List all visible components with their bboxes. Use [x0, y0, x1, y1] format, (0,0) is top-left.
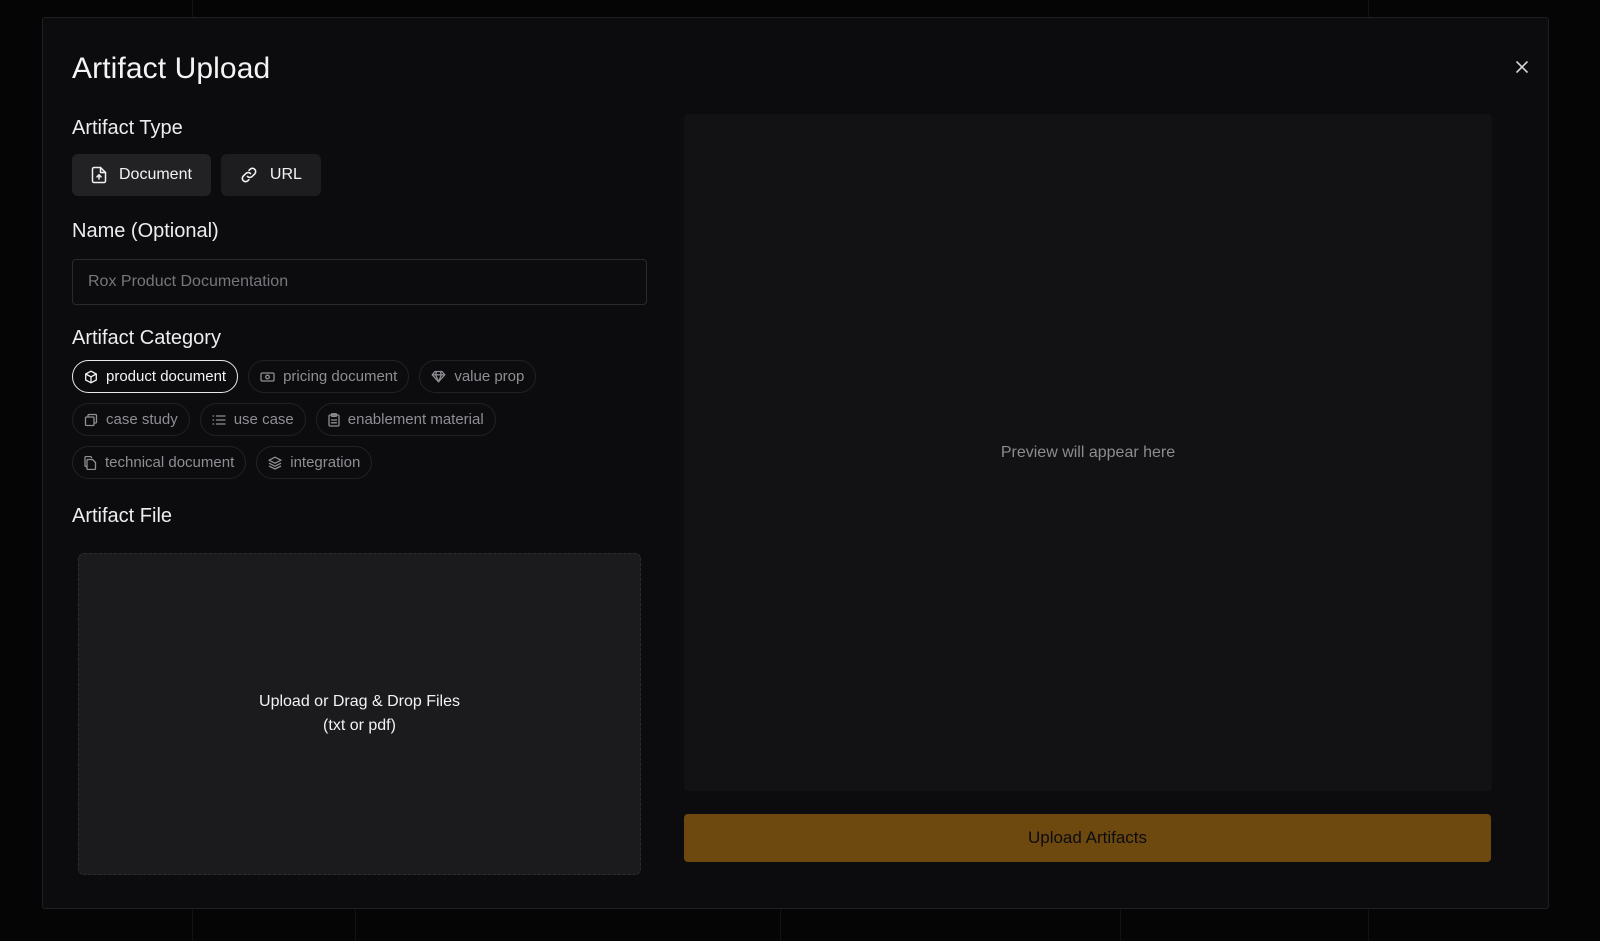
layers-icon — [268, 456, 282, 470]
category-chip-label: product document — [106, 368, 227, 385]
category-chip-label: integration — [290, 454, 361, 471]
artifact-type-label: Artifact Type — [72, 117, 183, 139]
banknote-icon — [260, 371, 275, 382]
name-label: Name (Optional) — [72, 220, 219, 242]
category-chip-label: use case — [233, 411, 294, 428]
category-chip-case-study[interactable]: case study — [72, 403, 190, 436]
artifact-type-toggle: Document URL — [72, 154, 321, 196]
artifact-upload-dialog: Artifact Upload Artifact Type Document U… — [42, 17, 1549, 909]
file-upload-icon — [91, 166, 107, 184]
background-divider — [355, 909, 356, 941]
dialog-title: Artifact Upload — [72, 52, 271, 85]
category-chip-technical-document[interactable]: technical document — [72, 446, 247, 479]
dropzone-subtext: (txt or pdf) — [323, 717, 396, 734]
category-chip-row: technical document integration — [72, 446, 373, 479]
type-url-button[interactable]: URL — [220, 154, 321, 196]
gem-icon — [431, 370, 446, 383]
upload-artifacts-button[interactable]: Upload Artifacts — [684, 814, 1491, 862]
background-divider — [1120, 909, 1121, 941]
category-chip-integration[interactable]: integration — [256, 446, 373, 479]
category-chip-label: pricing document — [283, 368, 398, 385]
close-icon — [1516, 61, 1528, 73]
background-divider — [780, 909, 781, 941]
category-chip-label: case study — [106, 411, 178, 428]
artifact-file-label: Artifact File — [72, 505, 173, 527]
clipboard-icon — [328, 412, 340, 427]
category-chip-value-prop[interactable]: value prop — [419, 360, 537, 393]
category-chip-label: enablement material — [347, 411, 484, 428]
files-icon — [84, 455, 97, 470]
copy-icon — [84, 413, 98, 426]
category-chip-row: case study use case enablement material — [72, 403, 496, 436]
dropzone-text: Upload or Drag & Drop Files — [259, 693, 460, 710]
category-chip-product-document[interactable]: product document — [72, 360, 239, 393]
category-chip-label: technical document — [105, 454, 235, 471]
type-document-label: Document — [119, 166, 192, 183]
category-chip-label: value prop — [454, 368, 525, 385]
category-chip-row: product document pricing document value … — [72, 360, 537, 393]
category-chip-enablement-material[interactable]: enablement material — [315, 403, 496, 436]
link-icon — [241, 167, 257, 183]
type-document-button[interactable]: Document — [72, 154, 211, 196]
close-button[interactable] — [1511, 56, 1533, 78]
preview-placeholder: Preview will appear here — [1000, 443, 1176, 461]
name-input[interactable] — [72, 259, 647, 305]
list-icon — [212, 414, 226, 425]
preview-panel: Preview will appear here — [684, 114, 1492, 791]
file-dropzone[interactable]: Upload or Drag & Drop Files (txt or pdf) — [78, 553, 641, 875]
category-chip-use-case[interactable]: use case — [199, 403, 306, 436]
artifact-category-label: Artifact Category — [72, 327, 221, 349]
type-url-label: URL — [269, 166, 302, 183]
box-icon — [85, 370, 97, 383]
category-chip-pricing-document[interactable]: pricing document — [248, 360, 410, 393]
